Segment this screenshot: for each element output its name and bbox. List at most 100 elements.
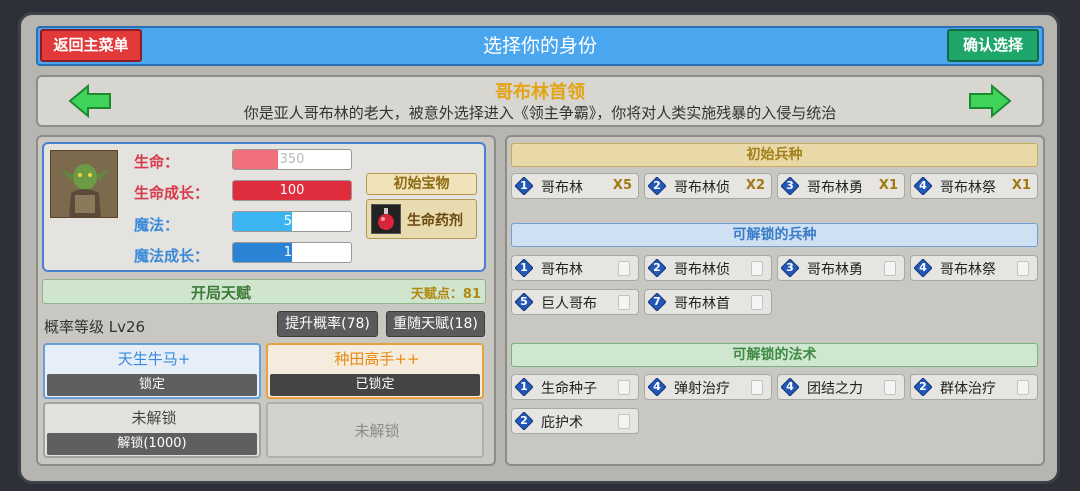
talent-card-1-name: 天生牛马+ <box>117 350 191 368</box>
level-diamond-icon: 7 <box>647 292 667 312</box>
hp-bar: 350 <box>232 149 352 170</box>
level-diamond-icon: 2 <box>647 176 667 196</box>
back-to-main-menu-button[interactable]: 返回主菜单 <box>40 29 142 62</box>
talent-card-4-name: 未解锁 <box>354 422 400 440</box>
level-diamond-icon: 4 <box>913 176 933 196</box>
level-diamond-icon: 4 <box>647 377 667 397</box>
talent-card-3-name: 未解锁 <box>131 409 177 427</box>
initial-troops-header: 初始兵种 <box>511 143 1038 167</box>
unlockable-spells-item[interactable]: 4 弹射治疗 <box>644 374 772 400</box>
hp-growth-value: 100 <box>279 183 305 198</box>
arrow-left-icon[interactable] <box>68 83 112 119</box>
hp-growth-label: 生命成长： <box>134 184 210 202</box>
mp-growth-bar: 10 <box>232 242 352 263</box>
talent-header-bar: 开局天赋 天赋点：81 <box>42 279 486 304</box>
talent-card-4: 未解锁 <box>266 402 484 458</box>
mp-value: 50 <box>283 214 301 229</box>
unlockable-troops-header: 可解锁的兵种 <box>511 223 1038 247</box>
raise-probability-button[interactable]: 提升概率(78) <box>277 311 378 337</box>
talent-points: 天赋点：81 <box>410 287 481 302</box>
unit-name: 哥布林勇 <box>807 262 863 278</box>
level-diamond-icon: 3 <box>780 258 800 278</box>
treasure-name: 生命药剂 <box>407 213 463 229</box>
unit-count: X5 <box>612 178 632 193</box>
potion-icon <box>371 204 401 234</box>
lock-icon <box>751 380 763 395</box>
unit-name: 团结之力 <box>807 381 863 397</box>
unlockable-spells-header: 可解锁的法术 <box>511 343 1038 367</box>
initial-troops-item[interactable]: 1 哥布林 X5 <box>511 173 639 199</box>
level-diamond-icon: 1 <box>514 176 534 196</box>
lock-icon <box>884 261 896 276</box>
unlockable-spells-item[interactable]: 2 群体治疗 <box>910 374 1038 400</box>
unit-name: 哥布林侦 <box>674 180 730 196</box>
unit-count: X2 <box>745 178 765 193</box>
unit-name: 弹射治疗 <box>674 381 730 397</box>
talent-card-3[interactable]: 未解锁 解锁(1000) <box>43 402 261 458</box>
hp-value: 350 <box>279 152 305 167</box>
lock-icon <box>1017 380 1029 395</box>
unit-count: X1 <box>1011 178 1031 193</box>
unit-name: 庇护术 <box>541 415 583 431</box>
mp-bar: 50 <box>232 211 352 232</box>
unit-count: X1 <box>878 178 898 193</box>
initial-troops-item[interactable]: 4 哥布林祭 X1 <box>910 173 1038 199</box>
level-diamond-icon: 2 <box>647 258 667 278</box>
unlockable-troops-item[interactable]: 5 巨人哥布 <box>511 289 639 315</box>
level-diamond-icon: 3 <box>780 176 800 196</box>
level-diamond-icon: 2 <box>514 411 534 431</box>
unlock-talent-button[interactable]: 解锁(1000) <box>47 433 257 455</box>
goblin-portrait-icon <box>50 150 118 218</box>
arrow-right-icon[interactable] <box>968 83 1012 119</box>
talent-card-2-name: 种田高手++ <box>334 350 420 368</box>
identity-name: 哥布林首领 <box>495 82 585 103</box>
mp-label: 魔法： <box>134 216 180 234</box>
lock-icon <box>618 295 630 310</box>
talent-card-1[interactable]: 天生牛马+ 锁定 <box>43 343 261 399</box>
mp-growth-value: 10 <box>283 245 301 260</box>
unlockable-spells-item[interactable]: 4 团结之力 <box>777 374 905 400</box>
unlockable-troops-item[interactable]: 7 哥布林首 <box>644 289 772 315</box>
initial-troops-item[interactable]: 2 哥布林侦 X2 <box>644 173 772 199</box>
unlockable-troops-item[interactable]: 2 哥布林侦 <box>644 255 772 281</box>
unlockable-spells-item[interactable]: 2 庇护术 <box>511 408 639 434</box>
lock-icon <box>1017 261 1029 276</box>
level-diamond-icon: 2 <box>913 377 933 397</box>
unit-name: 哥布林 <box>541 262 583 278</box>
lock-icon <box>618 261 630 276</box>
unit-name: 生命种子 <box>541 381 597 397</box>
identity-description: 你是亚人哥布林的老大，被意外选择进入《领主争霸》，你将对人类实施残暴的入侵与统治 <box>243 104 837 122</box>
talent-header: 开局天赋 <box>190 284 251 302</box>
initial-troops-item[interactable]: 3 哥布林勇 X1 <box>777 173 905 199</box>
level-diamond-icon: 1 <box>514 377 534 397</box>
unit-name: 哥布林 <box>541 180 583 196</box>
hp-growth-bar: 100 <box>232 180 352 201</box>
lock-icon <box>618 414 630 429</box>
unit-name: 哥布林首 <box>674 296 730 312</box>
talent-card-1-status[interactable]: 锁定 <box>47 374 257 396</box>
unlockable-troops-item[interactable]: 4 哥布林祭 <box>910 255 1038 281</box>
initial-treasure-label: 初始宝物 <box>366 173 477 195</box>
page-title: 选择你的身份 <box>482 35 597 57</box>
lock-icon <box>751 261 763 276</box>
probability-level: 概率等级 Lv26 <box>44 318 146 336</box>
reroll-talent-button[interactable]: 重随天赋(18) <box>386 311 485 337</box>
talent-card-2[interactable]: 种田高手++ 已锁定 <box>266 343 484 399</box>
lock-icon <box>751 295 763 310</box>
unit-name: 哥布林祭 <box>940 180 996 196</box>
unlockable-troops-item[interactable]: 1 哥布林 <box>511 255 639 281</box>
unit-name: 群体治疗 <box>940 381 996 397</box>
unlockable-spells-item[interactable]: 1 生命种子 <box>511 374 639 400</box>
talent-card-2-status[interactable]: 已锁定 <box>270 374 480 396</box>
unit-name: 哥布林祭 <box>940 262 996 278</box>
treasure-item[interactable]: 生命药剂 <box>366 199 477 239</box>
lock-icon <box>884 380 896 395</box>
level-diamond-icon: 5 <box>514 292 534 312</box>
unlockable-troops-item[interactable]: 3 哥布林勇 <box>777 255 905 281</box>
unit-name: 哥布林侦 <box>674 262 730 278</box>
unit-name: 巨人哥布 <box>541 296 597 312</box>
level-diamond-icon: 4 <box>780 377 800 397</box>
level-diamond-icon: 4 <box>913 258 933 278</box>
confirm-selection-button[interactable]: 确认选择 <box>947 29 1039 62</box>
lock-icon <box>618 380 630 395</box>
